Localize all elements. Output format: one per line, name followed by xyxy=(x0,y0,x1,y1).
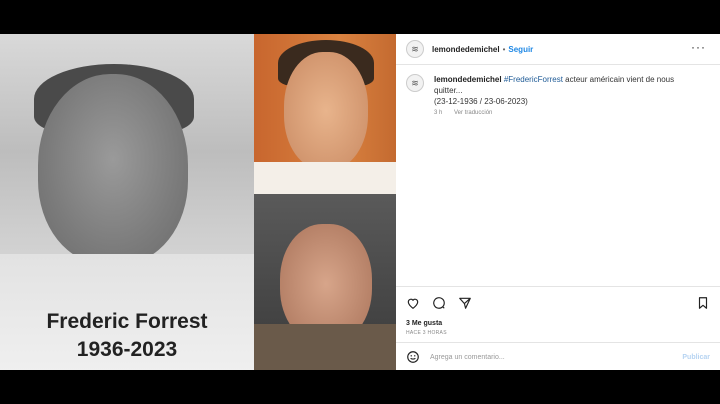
caption-avatar[interactable]: ≋ xyxy=(406,74,424,92)
post-header: ≋ lemondedemichel • Seguir xyxy=(406,40,533,58)
caption-username[interactable]: lemondedemichel xyxy=(434,75,502,84)
emoji-icon[interactable] xyxy=(406,350,420,364)
portrait-top-right xyxy=(254,34,396,194)
avatar[interactable]: ≋ xyxy=(406,40,424,58)
follow-button[interactable]: Seguir xyxy=(508,45,533,54)
portrait-top-shirt xyxy=(254,162,396,194)
heart-icon[interactable] xyxy=(406,296,420,310)
post-frame: Frederic Forrest 1936-2023 ≋ lemondedemi… xyxy=(0,34,720,370)
comment-icon[interactable] xyxy=(432,296,446,310)
post-time-ago: HACE 3 HORAS xyxy=(406,330,447,336)
action-bar xyxy=(406,296,472,310)
caption-meta: 3 h Ver traducción xyxy=(434,110,502,116)
portrait-bottom-coat xyxy=(254,324,396,370)
divider xyxy=(396,342,720,343)
portrait-bottom-right xyxy=(254,194,396,370)
translate-link[interactable]: Ver traducción xyxy=(454,110,492,116)
more-icon[interactable]: ··· xyxy=(691,40,706,54)
post-image[interactable]: Frederic Forrest 1936-2023 xyxy=(0,34,396,370)
post-sidebar: ≋ lemondedemichel • Seguir ··· ≋ lemonde… xyxy=(396,34,720,370)
photo-years: 1936-2023 xyxy=(76,338,178,361)
divider xyxy=(396,286,720,287)
share-icon[interactable] xyxy=(458,296,472,310)
likes-count[interactable]: 3 Me gusta xyxy=(406,320,442,327)
post-caption: lemondedemichel #FredericForrest acteur … xyxy=(434,74,704,107)
portrait-top-face xyxy=(284,52,368,170)
publish-button[interactable]: Publicar xyxy=(682,354,710,361)
comment-input[interactable]: Agrega un comentario... xyxy=(430,354,682,361)
caption-dates: (23-12-1936 / 23-06-2023) xyxy=(434,97,528,106)
comment-bar: Agrega un comentario... Publicar xyxy=(406,350,710,364)
main-portrait: Frederic Forrest 1936-2023 xyxy=(0,34,254,370)
caption-time: 3 h xyxy=(434,110,443,116)
separator-dot: • xyxy=(502,44,506,54)
photo-name: Frederic Forrest xyxy=(46,310,208,333)
header-username[interactable]: lemondedemichel xyxy=(432,45,500,54)
portrait-face xyxy=(38,74,188,264)
caption-hashtag[interactable]: #FredericForrest xyxy=(504,75,563,84)
divider xyxy=(396,64,720,65)
bookmark-icon[interactable] xyxy=(696,296,710,310)
